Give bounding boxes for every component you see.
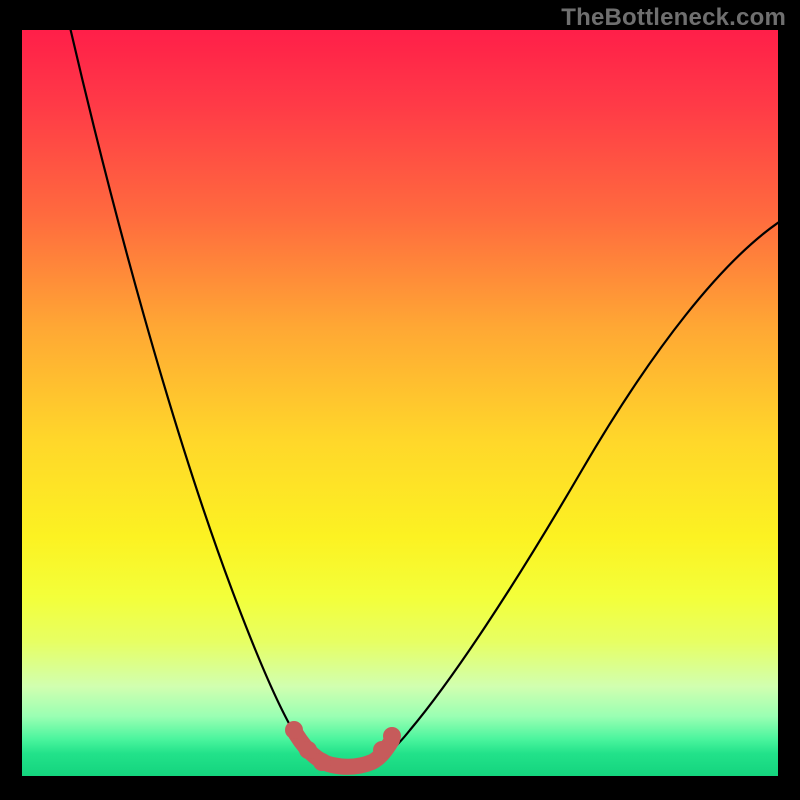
curve-right-branch <box>370 220 778 764</box>
plot-area <box>22 30 778 776</box>
bottleneck-curve <box>22 30 778 776</box>
highlight-dot-3 <box>313 753 331 771</box>
highlight-dot-2 <box>299 741 317 759</box>
watermark-text: TheBottleneck.com <box>561 4 786 32</box>
curve-left-branch <box>66 30 326 764</box>
highlight-dot-1 <box>285 721 303 739</box>
chart-frame: TheBottleneck.com <box>0 0 800 800</box>
highlight-dot-5 <box>383 727 401 745</box>
